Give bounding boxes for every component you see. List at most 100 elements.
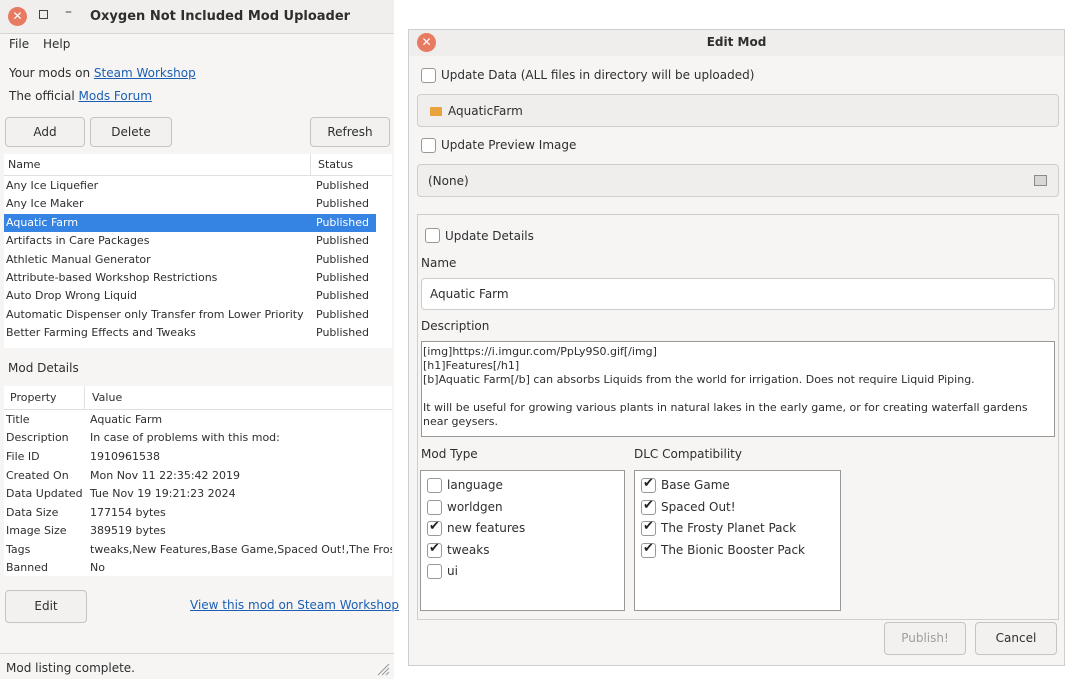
column-property: Property <box>10 391 57 404</box>
mod-name: Athletic Manual Generator <box>6 252 151 266</box>
dlc-checkbox[interactable] <box>641 541 656 558</box>
mod-list-row[interactable]: Better Farming Effects and Tweaks Publish… <box>4 324 376 342</box>
publish-button[interactable]: Publish! <box>884 622 966 655</box>
update-preview-checkbox[interactable] <box>421 138 436 153</box>
dlc-checkbox[interactable] <box>641 498 656 515</box>
mod-list-row[interactable]: Aquatic Farm Published <box>4 213 376 232</box>
detail-key: Description <box>6 431 69 444</box>
mod-type-checkbox[interactable] <box>427 541 442 558</box>
refresh-button[interactable]: Refresh <box>310 117 390 147</box>
maximize-icon[interactable] <box>39 10 48 19</box>
mod-type-label: new features <box>447 521 526 536</box>
dlc-label: Base Game <box>661 478 730 492</box>
dlc-list: Base Game Spaced Out! The Frosty Planet Pa… <box>634 470 841 611</box>
dlc-item[interactable]: Base Game <box>641 476 836 495</box>
mod-list-row[interactable]: Automatic Dispenser only Transfer from L… <box>4 306 376 324</box>
folder-name: AquaticFarm <box>448 104 523 118</box>
mod-type-item[interactable]: tweaks <box>427 541 622 560</box>
mod-list-row[interactable]: Any Ice Maker Published <box>4 195 376 213</box>
data-folder-chooser[interactable]: AquaticFarm <box>417 94 1059 127</box>
mod-name: Any Ice Liquefier <box>6 179 99 192</box>
official-line: The official Mods Forum <box>9 89 152 103</box>
menu-file[interactable]: File <box>9 37 29 51</box>
mod-type-checkbox[interactable] <box>427 519 442 537</box>
name-field[interactable]: Aquatic Farm <box>421 278 1055 310</box>
preview-image-chooser[interactable]: (None) <box>417 164 1059 197</box>
minimize-icon[interactable]: – <box>65 4 72 20</box>
cancel-button[interactable]: Cancel <box>975 622 1057 655</box>
official-prefix: The official <box>9 89 75 103</box>
mod-type-label: tweaks <box>447 542 490 557</box>
update-data-label: Update Data (ALL files in directory will… <box>441 68 755 82</box>
detail-key: File ID <box>6 450 40 463</box>
mod-status: Published <box>316 326 369 340</box>
close-icon[interactable]: ✕ <box>8 7 27 26</box>
detail-value: No <box>90 561 105 574</box>
detail-row: Data Size 177154 bytes <box>4 504 392 522</box>
dlc-item[interactable]: Spaced Out! <box>641 498 836 517</box>
detail-row: Title Aquatic Farm <box>4 411 392 429</box>
mod-list-row[interactable]: Artifacts in Care Packages Published <box>4 232 376 250</box>
dlc-label: The Frosty Planet Pack <box>661 521 797 536</box>
dialog-title: Edit Mod <box>706 35 767 49</box>
update-details-checkbox[interactable] <box>425 228 440 243</box>
update-data-checkbox[interactable] <box>421 68 436 83</box>
dlc-item[interactable]: The Bionic Booster Pack <box>641 541 836 560</box>
mod-status: Published <box>316 271 369 284</box>
dlc-label: The Bionic Booster Pack <box>661 542 805 557</box>
mod-list-row[interactable]: Any Ice Liquefier Published <box>4 177 376 195</box>
mod-type-checkbox[interactable] <box>427 564 442 580</box>
status-bar: Mod listing complete. <box>6 661 135 675</box>
dlc-checkbox[interactable] <box>641 476 656 493</box>
mod-list-row[interactable]: Attribute-based Workshop Restrictions Pub… <box>4 269 376 287</box>
details-frame: Update Details Name Aquatic Farm Descrip… <box>417 214 1059 620</box>
menubar: File Help <box>0 34 394 56</box>
mod-list-row[interactable]: Auto Drop Wrong Liquid Published <box>4 287 376 305</box>
column-name[interactable]: Name <box>8 154 40 176</box>
browse-folder-icon[interactable] <box>1034 175 1047 186</box>
mod-type-checkbox[interactable] <box>427 499 442 515</box>
mod-status: Published <box>316 234 369 248</box>
column-status[interactable]: Status <box>318 154 353 176</box>
dlc-item[interactable]: The Frosty Planet Pack <box>641 519 836 538</box>
resize-grip-icon[interactable] <box>374 660 390 676</box>
detail-key: Data Size <box>6 506 59 519</box>
view-on-workshop-link[interactable]: View this mod on Steam Workshop <box>190 598 399 612</box>
detail-value: 389519 bytes <box>90 524 166 537</box>
mod-type-item[interactable]: worldgen <box>427 499 622 517</box>
detail-key: Tags <box>6 543 31 556</box>
detail-value: 1910961538 <box>90 450 160 463</box>
mod-type-item[interactable]: language <box>427 477 622 495</box>
description-field[interactable]: [img]https://i.imgur.com/PpLy9S0.gif[/im… <box>421 341 1055 437</box>
column-value: Value <box>92 391 123 404</box>
mod-type-item[interactable]: ui <box>427 563 622 581</box>
detail-value: Mon Nov 11 22:35:42 2019 <box>90 469 241 482</box>
detail-row: Tags tweaks,New Features,Base Game,Spaced… <box>4 541 392 559</box>
mod-type-checkbox[interactable] <box>427 478 442 493</box>
window-title: Oxygen Not Included Mod Uploader <box>90 9 351 24</box>
description-line: It will be useful for growing various pl… <box>423 401 1028 414</box>
mod-list-row[interactable]: Athletic Manual Generator Published <box>4 251 376 269</box>
mod-type-label: worldgen <box>447 499 503 514</box>
mod-name: Artifacts in Care Packages <box>6 234 150 248</box>
name-label: Name <box>421 256 457 270</box>
description-line: [b]Aquatic Farm[/b] can absorbs Liquids … <box>423 373 975 386</box>
add-button[interactable]: Add <box>5 117 85 147</box>
steam-workshop-link[interactable]: Steam Workshop <box>94 66 196 80</box>
mod-type-item[interactable]: new features <box>427 519 622 538</box>
mods-forum-link[interactable]: Mods Forum <box>79 89 152 103</box>
detail-row: Created On Mon Nov 11 22:35:42 2019 <box>4 467 392 485</box>
mod-type-list: language worldgen new features tweaks ui <box>420 470 625 611</box>
edit-button[interactable]: Edit <box>5 590 87 623</box>
main-window: ✕ – Oxygen Not Included Mod Uploader Fil… <box>0 0 399 679</box>
detail-key: Data Updated <box>6 487 83 500</box>
dlc-checkbox[interactable] <box>641 519 656 537</box>
mod-list[interactable]: Name Status Any Ice Liquefier Published An… <box>4 154 392 348</box>
mod-type-label: language <box>447 478 503 492</box>
your-mods-prefix: Your mods on <box>9 66 91 80</box>
name-value: Aquatic Farm <box>430 287 509 301</box>
menu-help[interactable]: Help <box>43 37 70 51</box>
detail-key: Image Size <box>6 524 67 537</box>
detail-row: Description In case of problems with this… <box>4 429 392 447</box>
delete-button[interactable]: Delete <box>90 117 172 147</box>
